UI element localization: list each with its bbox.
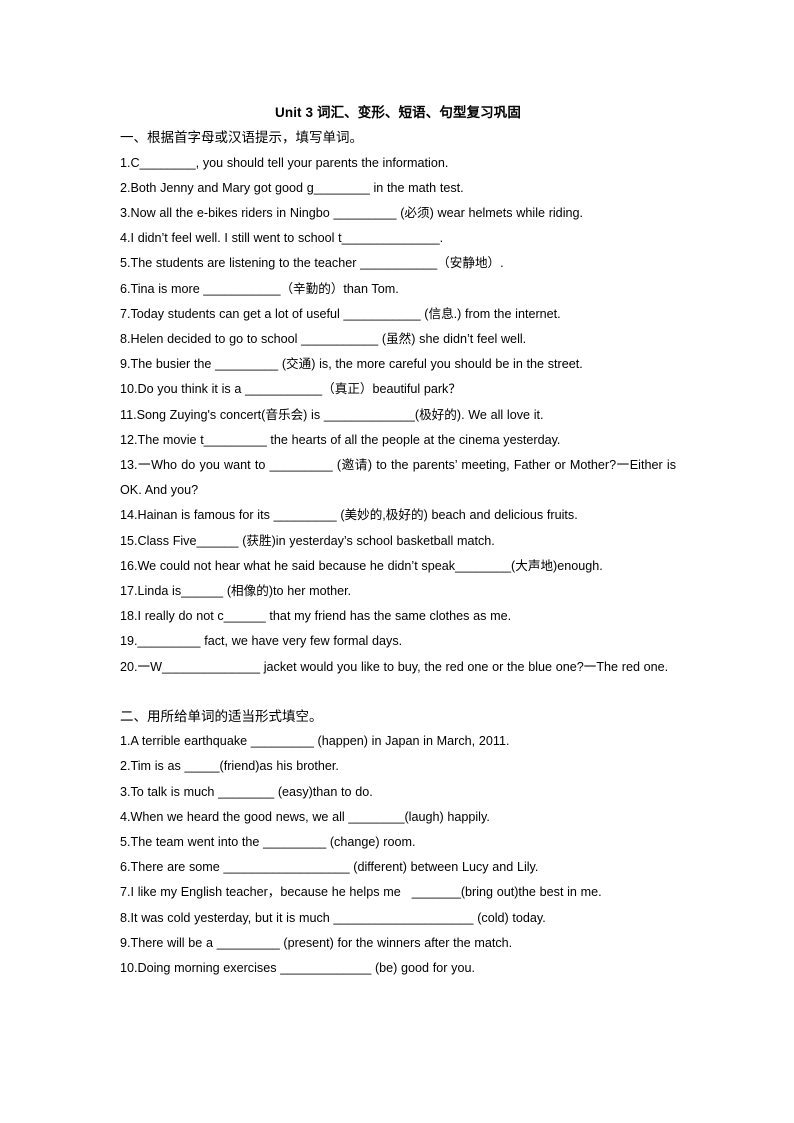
question-item: 5.The team went into the _________ (chan… [120,835,416,850]
question-item: 2.Both Jenny and Mary got good g________… [120,180,464,195]
section-two: 二、用所给单词的适当形式填空。 1.A terrible earthquake … [120,704,676,982]
section-two-questions: 1.A terrible earthquake _________ (happe… [120,729,676,981]
question-item: 4.I didn’t feel well. I still went to sc… [120,231,444,246]
question-item: 1.A terrible earthquake _________ (happe… [120,734,510,749]
question-item: 11.Song Zuying's concert(音乐会) is _______… [120,407,544,422]
question-item: 5.The students are listening to the teac… [120,256,504,271]
question-item: 7.Today students can get a lot of useful… [120,306,561,321]
question-item: 9.There will be a _________ (present) fo… [120,935,513,950]
question-item: 4.When we heard the good news, we all __… [120,809,490,824]
question-item: 8.It was cold yesterday, but it is much … [120,910,546,925]
question-item: 12.The movie t_________ the hearts of al… [120,432,561,447]
question-item: 3.Now all the e-bikes riders in Ningbo _… [120,205,583,220]
question-item: 7.I like my English teacher，because he h… [120,885,602,900]
question-item: 6.There are some __________________ (dif… [120,860,539,875]
question-item: 6.Tina is more ___________（辛勤的）than Tom. [120,281,399,296]
worksheet-page: Unit 3 词汇、变形、短语、句型复习巩固 一、根据首字母或汉语提示，填写单词… [0,0,794,1123]
question-item: 3.To talk is much ________ (easy)than to… [120,784,373,799]
page-title: Unit 3 词汇、变形、短语、句型复习巩固 [275,105,521,120]
question-item: 1.C________, you should tell your parent… [120,155,449,170]
question-item: 10.Doing morning exercises _____________… [120,961,475,976]
section-one: 一、根据首字母或汉语提示，填写单词。 1.C________, you shou… [120,125,676,680]
question-item: 20.一W______________ jacket would you lik… [120,659,669,674]
question-item: 9.The busier the _________ (交通) is, the … [120,357,583,372]
question-item: 18.I really do not c______ that my frien… [120,609,512,624]
question-item: 15.Class Five______ (获胜)in yesterday’s s… [120,533,495,548]
question-item: 19._________ fact, we have very few form… [120,634,403,649]
question-item: 17.Linda is______ (相像的)to her mother. [120,583,352,598]
question-item: 2.Tim is as _____(friend)as his brother. [120,759,339,774]
question-item: 16.We could not hear what he said becaus… [120,558,603,573]
section-one-questions: 1.C________, you should tell your parent… [120,151,676,680]
section-divider-space [120,680,676,704]
question-item: 14.Hainan is famous for its _________ (美… [120,508,578,523]
section-two-heading: 二、用所给单词的适当形式填空。 [120,708,323,724]
section-one-heading: 一、根据首字母或汉语提示，填写单词。 [120,130,363,145]
question-item: 10.Do you think it is a ___________（真正）b… [120,382,461,397]
question-item: 13.一Who do you want to _________ (邀请) to… [120,457,680,498]
question-item: 8.Helen decided to go to school ________… [120,331,527,346]
